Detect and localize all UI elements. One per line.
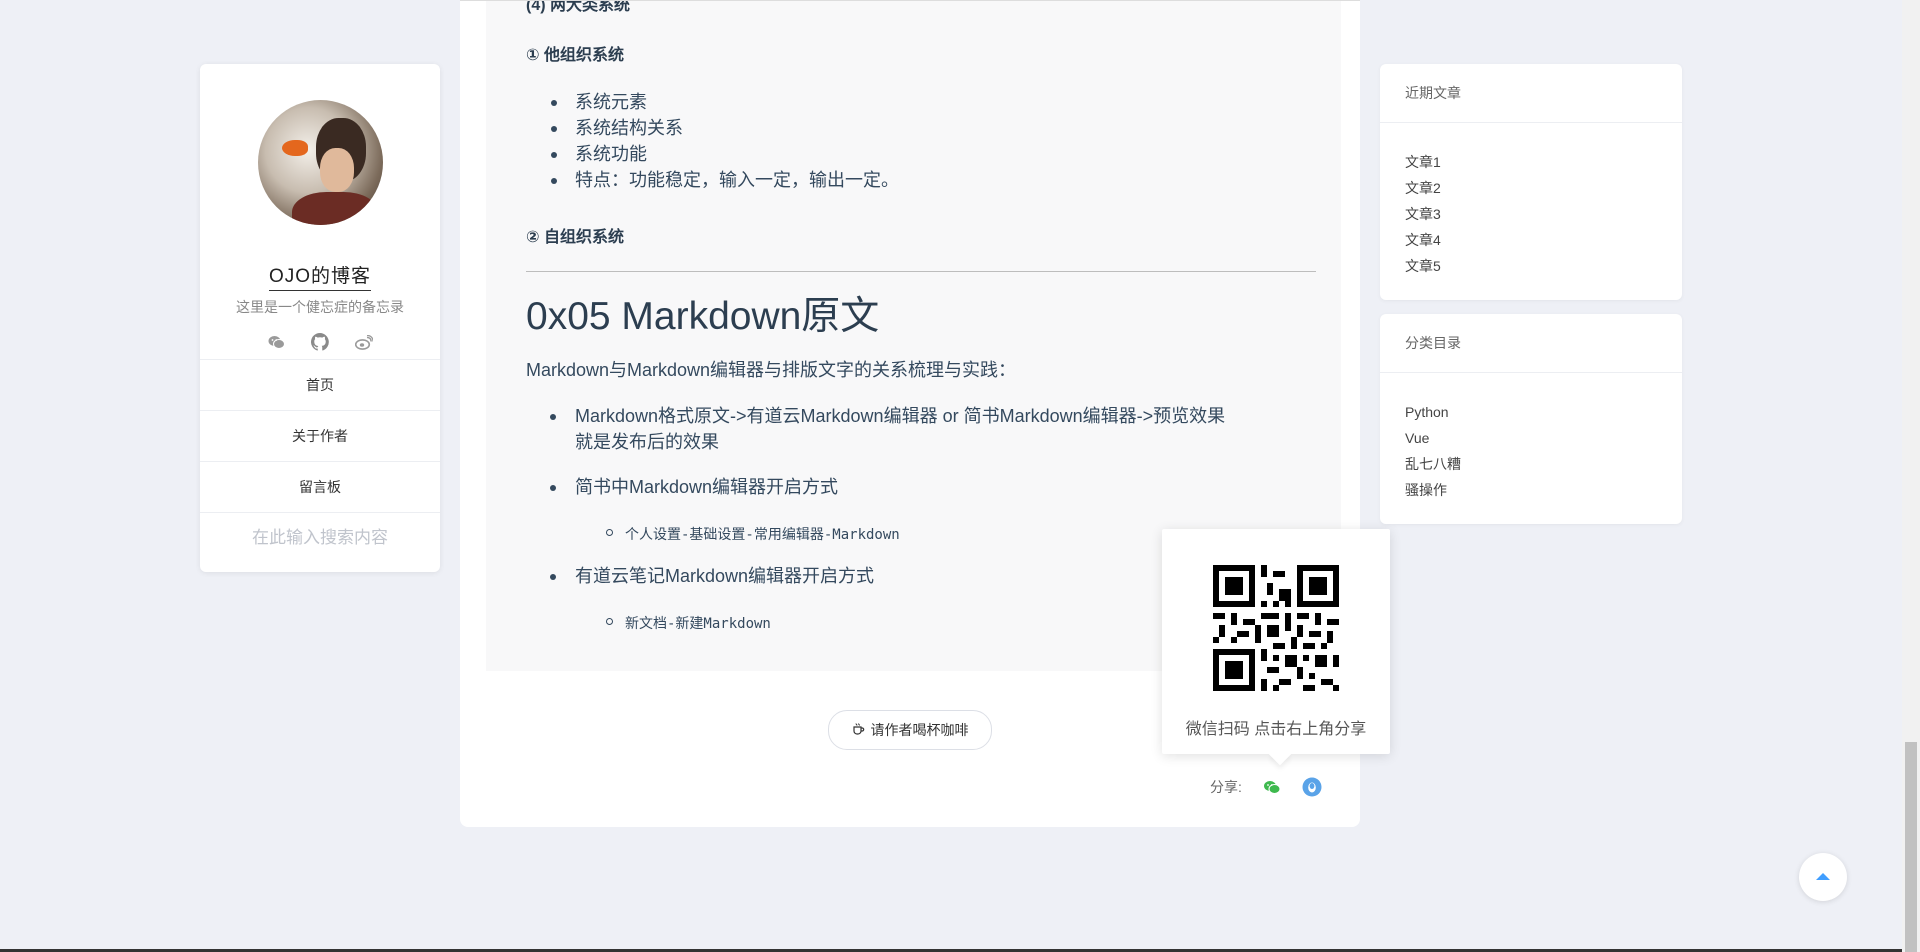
menu-item-guestbook[interactable]: 留言板: [200, 461, 440, 512]
category-link[interactable]: 乱七八糟: [1405, 451, 1682, 477]
caret-up-icon: [1815, 868, 1831, 886]
divider: [526, 271, 1316, 272]
sub-bullet-text: 新文档-新建Markdown: [625, 616, 771, 632]
coffee-icon: [852, 722, 865, 738]
subheading-self-org: ② 自组织系统: [526, 229, 624, 246]
nav-menu: 首页 关于作者 留言板: [200, 359, 440, 512]
category-link[interactable]: Python: [1405, 399, 1682, 425]
other-org-list: 系统元素 系统结构关系 系统功能 特点：功能稳定，输入一定，输出一定。: [551, 89, 899, 193]
categories-list: Python Vue 乱七八糟 骚操作: [1380, 373, 1682, 503]
sub-list-item: 新文档-新建Markdown: [606, 613, 771, 633]
coffee-button-label: 请作者喝杯咖啡: [870, 722, 969, 738]
list-item: 特点：功能稳定，输入一定，输出一定。: [551, 167, 899, 193]
list-item: 系统结构关系: [551, 115, 899, 141]
list-item: Markdown格式原文->有道云Markdown编辑器 or 简书Markdo…: [550, 403, 1315, 455]
qr-code: [1213, 565, 1339, 691]
recent-post-link[interactable]: 文章1: [1405, 149, 1682, 175]
blog-title[interactable]: OJO的博客: [268, 261, 372, 291]
category-link[interactable]: Vue: [1405, 425, 1682, 451]
sub-list-item: 个人设置-基础设置-常用编辑器-Markdown: [606, 524, 900, 544]
wechat-share-icon[interactable]: [1262, 777, 1282, 797]
recent-posts-list: 文章1 文章2 文章3 文章4 文章5: [1380, 123, 1682, 279]
list-item: 简书中Markdown编辑器开启方式: [550, 474, 1315, 500]
avatar: [257, 100, 383, 225]
wechat-icon[interactable]: [267, 333, 285, 351]
social-links: [200, 333, 440, 351]
section-intro: Markdown与Markdown编辑器与排版文字的关系梳理与实践：: [526, 360, 1017, 380]
section-title: 0x05 Markdown原文: [526, 295, 880, 338]
qr-caption: 微信扫码 点击右上角分享: [1185, 721, 1367, 738]
list-item: 系统功能: [551, 141, 899, 167]
menu-item-about[interactable]: 关于作者: [200, 410, 440, 461]
coffee-button[interactable]: 请作者喝杯咖啡: [828, 710, 992, 750]
scrollbar[interactable]: [1902, 0, 1920, 952]
category-link[interactable]: 骚操作: [1405, 477, 1682, 503]
share-bar: 分享:: [1210, 777, 1322, 797]
bullet-text-cont: 就是发布后的效果: [575, 432, 719, 452]
bullet-text: Markdown格式原文->有道云Markdown编辑器 or 简书Markdo…: [575, 406, 1226, 426]
recent-post-link[interactable]: 文章4: [1405, 227, 1682, 253]
widget-title: 分类目录: [1380, 314, 1682, 373]
scrollbar-thumb[interactable]: [1905, 742, 1917, 952]
categories-widget: 分类目录 Python Vue 乱七八糟 骚操作: [1380, 314, 1682, 524]
recent-post-link[interactable]: 文章3: [1405, 201, 1682, 227]
list-item: 系统元素: [551, 89, 899, 115]
bullet-text: 有道云笔记Markdown编辑器开启方式: [575, 566, 875, 586]
widget-title: 近期文章: [1380, 64, 1682, 123]
qq-share-icon[interactable]: [1302, 777, 1322, 797]
sub-bullet-text: 个人设置-基础设置-常用编辑器-Markdown: [625, 527, 900, 543]
search-bar: [200, 512, 440, 563]
profile-card: OJO的博客 这里是一个健忘症的备忘录 首页 关于作者 留言板: [200, 64, 440, 572]
section-heading-cut: (4) 两大类系统: [526, 0, 631, 14]
share-label: 分享:: [1210, 779, 1242, 795]
blog-subtitle: 这里是一个健忘症的备忘录: [236, 299, 404, 315]
search-input[interactable]: [218, 527, 422, 549]
back-to-top-button[interactable]: [1799, 853, 1847, 901]
bullet-text: 简书中Markdown编辑器开启方式: [575, 477, 839, 497]
subheading-other-org: ① 他组织系统: [526, 47, 624, 64]
github-icon[interactable]: [311, 333, 329, 351]
qr-share-popup: 微信扫码 点击右上角分享: [1162, 529, 1390, 754]
recent-post-link[interactable]: 文章5: [1405, 253, 1682, 279]
menu-item-home[interactable]: 首页: [200, 359, 440, 410]
recent-post-link[interactable]: 文章2: [1405, 175, 1682, 201]
recent-posts-widget: 近期文章 文章1 文章2 文章3 文章4 文章5: [1380, 64, 1682, 300]
weibo-icon[interactable]: [355, 333, 373, 351]
